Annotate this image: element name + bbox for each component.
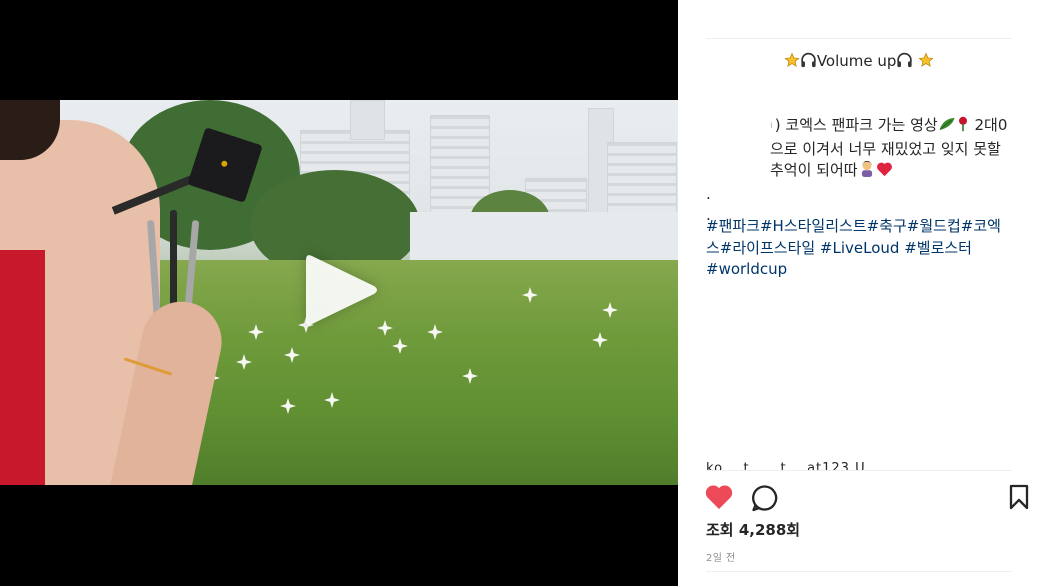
caption-truncated-start: ı <box>770 120 773 131</box>
rose-icon <box>956 116 970 139</box>
comment-icon <box>752 485 778 512</box>
view-count: 조회 4,288회 <box>706 521 801 539</box>
post-caption: ı) 코엑스 팬파크 가는 영상 2대0으로 이겨서 너무 재밌었고 잊지 못할… <box>706 115 1018 226</box>
heart-icon <box>876 161 893 184</box>
divider <box>706 470 1012 471</box>
post-side-panel: Volume up ı) 코엑스 팬파크 가는 영상 2대0으로 이겨서 너무 … <box>678 0 1040 586</box>
divider <box>706 571 1012 572</box>
save-button[interactable] <box>1008 484 1030 510</box>
headphones-icon <box>800 52 817 72</box>
like-button[interactable] <box>704 483 734 511</box>
bookmark-icon <box>1009 484 1029 510</box>
herb-icon <box>938 116 956 139</box>
hashtag-worldcup[interactable]: #worldcup <box>706 260 787 278</box>
hashtag-list: #팬파크#H스타일리스트#축구#월드컵#코엑스#라이프스타일 #LiveLoud… <box>706 216 1012 281</box>
person-red-top <box>0 250 45 485</box>
caption-dot: . <box>706 184 711 203</box>
post-timestamp[interactable]: 2일 전 <box>706 549 736 564</box>
divider <box>706 38 1012 39</box>
volume-up-text: Volume up <box>816 52 897 70</box>
star-icon <box>918 52 934 72</box>
play-icon <box>306 255 377 325</box>
heart-filled-icon <box>705 485 733 509</box>
headphones-icon <box>896 52 913 72</box>
play-button[interactable] <box>302 250 380 330</box>
caption-first-line: ı) 코엑스 팬파크 가는 영상 2대0으로 이겨서 너무 재밌었고 잊지 못할… <box>706 115 1018 184</box>
background-building <box>350 100 385 140</box>
person-tipping-hand-icon <box>858 160 876 184</box>
caption-volume-line: Volume up <box>678 52 1040 72</box>
caption-text: ) 코엑스 팬파크 가는 영상 <box>774 116 938 134</box>
hashtags-link[interactable]: #팬파크#H스타일리스트#축구#월드컵#코엑스#라이프스타일 #LiveLoud… <box>706 217 1001 257</box>
video-player[interactable] <box>0 0 678 586</box>
comment-button[interactable] <box>750 483 780 513</box>
star-icon <box>784 52 800 72</box>
